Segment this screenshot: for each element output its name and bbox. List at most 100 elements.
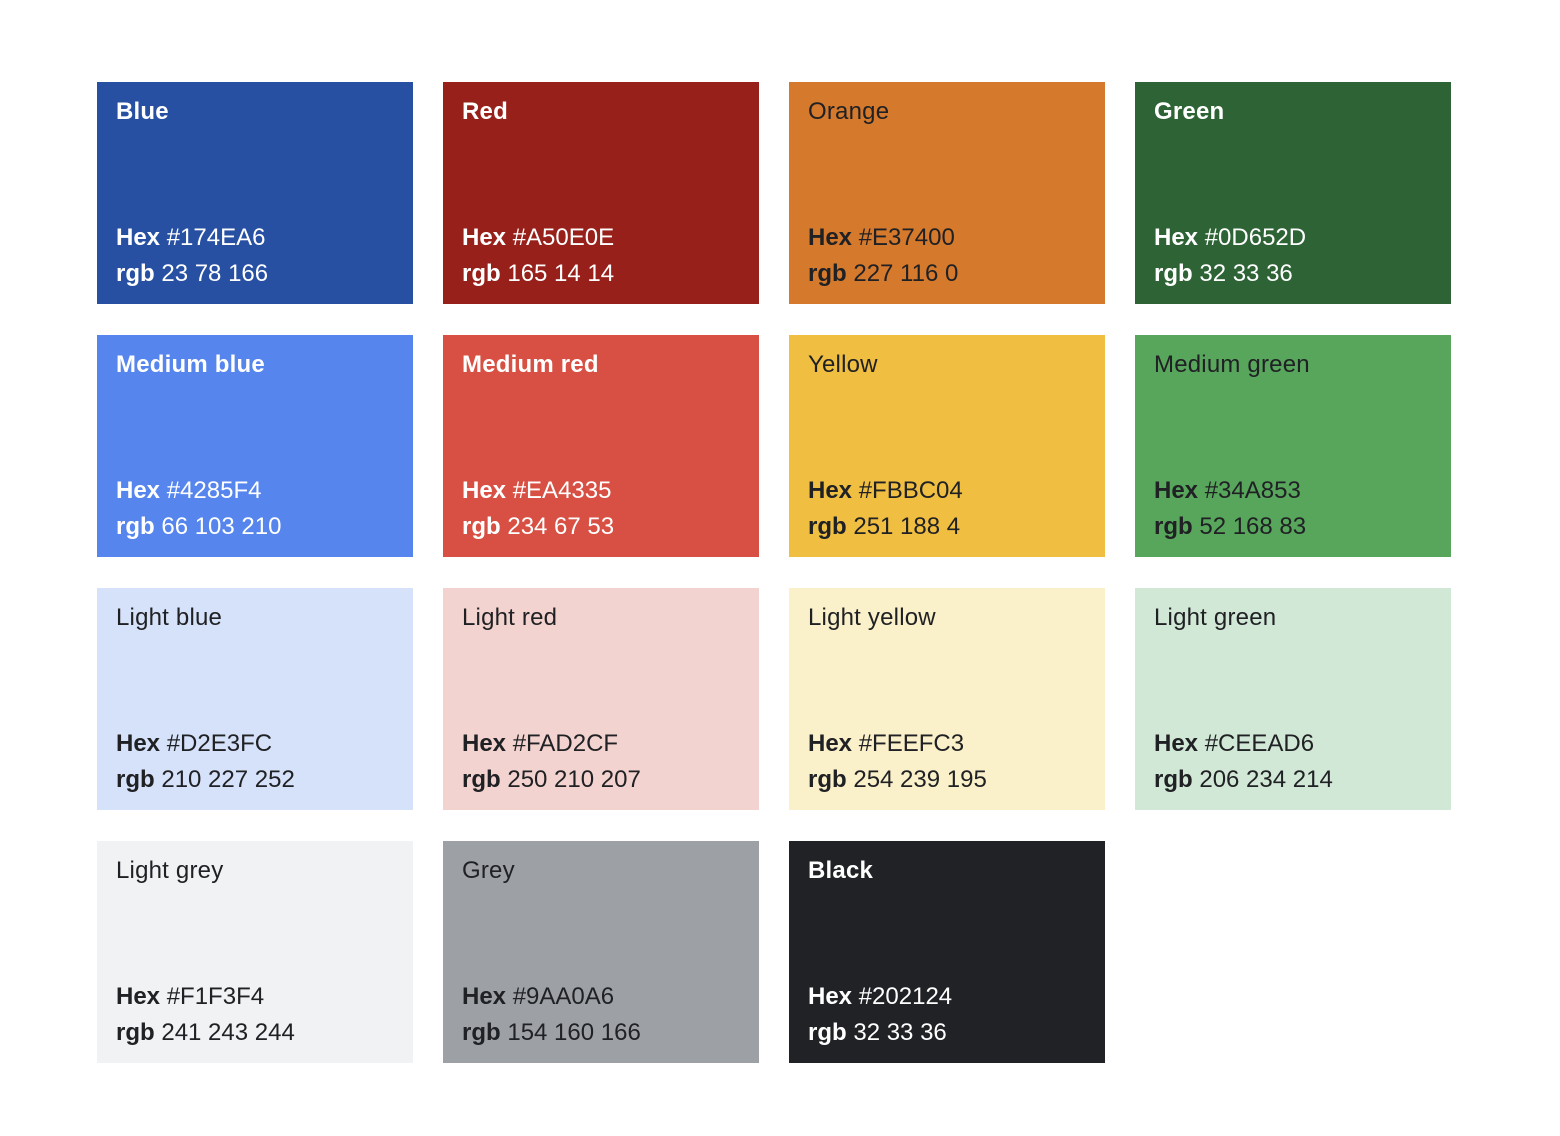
rgb-label: rgb: [1154, 260, 1193, 287]
rgb-value: 23 78 166: [161, 260, 269, 287]
hex-value: #202124: [858, 983, 953, 1010]
swatch-name: Light red: [462, 604, 558, 631]
rgb-value: 32 33 36: [853, 1019, 947, 1046]
rgb-value: 250 210 207: [507, 766, 641, 793]
hex-label: Hex: [116, 224, 161, 251]
rgb-label: rgb: [1154, 513, 1193, 540]
color-swatch-medium-blue: Medium blue Hex #4285F4 rgb 66 103 210: [97, 335, 413, 557]
hex-value-line: Hex #202124: [808, 979, 952, 1015]
hex-value: #4285F4: [166, 477, 262, 504]
color-swatch-light-blue: Light blue Hex #D2E3FC rgb 210 227 252: [97, 588, 413, 810]
rgb-label: rgb: [116, 260, 155, 287]
hex-label: Hex: [116, 730, 161, 757]
rgb-label: rgb: [462, 766, 501, 793]
hex-value: #FAD2CF: [512, 730, 619, 757]
hex-value-line: Hex #34A853: [1154, 473, 1306, 509]
rgb-value-line: rgb 234 67 53: [462, 509, 614, 545]
rgb-value-line: rgb 66 103 210: [116, 509, 281, 545]
hex-label: Hex: [1154, 730, 1199, 757]
color-swatch-yellow: Yellow Hex #FBBC04 rgb 251 188 4: [789, 335, 1105, 557]
hex-label: Hex: [1154, 224, 1199, 251]
rgb-value-line: rgb 210 227 252: [116, 762, 295, 798]
rgb-value-line: rgb 254 239 195: [808, 762, 987, 798]
color-swatch-black: Black Hex #202124 rgb 32 33 36: [789, 841, 1105, 1063]
hex-value-line: Hex #FAD2CF: [462, 726, 641, 762]
hex-value: #CEEAD6: [1204, 730, 1315, 757]
swatch-values: Hex #4285F4 rgb 66 103 210: [116, 473, 281, 545]
color-swatch-medium-red: Medium red Hex #EA4335 rgb 234 67 53: [443, 335, 759, 557]
hex-value: #A50E0E: [512, 224, 615, 251]
hex-value: #EA4335: [512, 477, 612, 504]
rgb-value-line: rgb 32 33 36: [808, 1015, 952, 1051]
swatch-values: Hex #A50E0E rgb 165 14 14: [462, 220, 614, 292]
hex-label: Hex: [462, 983, 507, 1010]
rgb-value-line: rgb 241 243 244: [116, 1015, 295, 1051]
rgb-label: rgb: [808, 513, 847, 540]
color-swatch-light-grey: Light grey Hex #F1F3F4 rgb 241 243 244: [97, 841, 413, 1063]
swatch-name: Light green: [1154, 604, 1277, 631]
hex-value-line: Hex #D2E3FC: [116, 726, 295, 762]
rgb-value-line: rgb 32 33 36: [1154, 256, 1306, 292]
rgb-label: rgb: [808, 766, 847, 793]
hex-label: Hex: [808, 730, 853, 757]
rgb-value: 254 239 195: [853, 766, 987, 793]
rgb-value-line: rgb 250 210 207: [462, 762, 641, 798]
color-swatch-light-yellow: Light yellow Hex #FEEFC3 rgb 254 239 195: [789, 588, 1105, 810]
hex-label: Hex: [808, 477, 853, 504]
hex-value: #FBBC04: [858, 477, 963, 504]
color-swatch-green: Green Hex #0D652D rgb 32 33 36: [1135, 82, 1451, 304]
rgb-value: 206 234 214: [1199, 766, 1333, 793]
hex-label: Hex: [116, 983, 161, 1010]
rgb-value: 32 33 36: [1199, 260, 1293, 287]
swatch-name: Medium red: [462, 351, 599, 378]
swatch-name: Light blue: [116, 604, 223, 631]
swatch-values: Hex #FBBC04 rgb 251 188 4: [808, 473, 963, 545]
swatch-name: Green: [1154, 98, 1225, 125]
rgb-value: 251 188 4: [853, 513, 961, 540]
swatch-name: Black: [808, 857, 874, 884]
hex-value: #0D652D: [1204, 224, 1307, 251]
swatch-values: Hex #EA4335 rgb 234 67 53: [462, 473, 614, 545]
hex-value: #9AA0A6: [512, 983, 615, 1010]
rgb-value: 165 14 14: [507, 260, 615, 287]
hex-label: Hex: [808, 983, 853, 1010]
hex-label: Hex: [462, 477, 507, 504]
rgb-value-line: rgb 206 234 214: [1154, 762, 1333, 798]
swatch-name: Medium blue: [116, 351, 265, 378]
rgb-label: rgb: [1154, 766, 1193, 793]
swatch-values: Hex #FEEFC3 rgb 254 239 195: [808, 726, 987, 798]
hex-value-line: Hex #CEEAD6: [1154, 726, 1333, 762]
rgb-value: 154 160 166: [507, 1019, 641, 1046]
swatch-name: Light grey: [116, 857, 224, 884]
swatch-values: Hex #CEEAD6 rgb 206 234 214: [1154, 726, 1333, 798]
rgb-label: rgb: [462, 260, 501, 287]
color-swatch-light-red: Light red Hex #FAD2CF rgb 250 210 207: [443, 588, 759, 810]
color-swatch-light-green: Light green Hex #CEEAD6 rgb 206 234 214: [1135, 588, 1451, 810]
hex-value-line: Hex #A50E0E: [462, 220, 614, 256]
rgb-value: 66 103 210: [161, 513, 282, 540]
hex-value: #174EA6: [166, 224, 266, 251]
color-swatch-grey: Grey Hex #9AA0A6 rgb 154 160 166: [443, 841, 759, 1063]
swatch-values: Hex #FAD2CF rgb 250 210 207: [462, 726, 641, 798]
hex-label: Hex: [462, 224, 507, 251]
hex-label: Hex: [1154, 477, 1199, 504]
hex-label: Hex: [808, 224, 853, 251]
swatch-values: Hex #D2E3FC rgb 210 227 252: [116, 726, 295, 798]
swatch-values: Hex #174EA6 rgb 23 78 166: [116, 220, 268, 292]
rgb-value: 241 243 244: [161, 1019, 295, 1046]
hex-label: Hex: [116, 477, 161, 504]
swatch-name: Red: [462, 98, 508, 125]
hex-value-line: Hex #4285F4: [116, 473, 281, 509]
rgb-label: rgb: [462, 513, 501, 540]
hex-value: #FEEFC3: [858, 730, 965, 757]
hex-value: #D2E3FC: [166, 730, 273, 757]
rgb-value: 210 227 252: [161, 766, 295, 793]
rgb-value-line: rgb 154 160 166: [462, 1015, 641, 1051]
swatch-values: Hex #0D652D rgb 32 33 36: [1154, 220, 1306, 292]
hex-value: #34A853: [1204, 477, 1301, 504]
swatch-values: Hex #9AA0A6 rgb 154 160 166: [462, 979, 641, 1051]
swatch-name: Yellow: [808, 351, 878, 378]
rgb-label: rgb: [808, 1019, 847, 1046]
rgb-value: 227 116 0: [853, 260, 959, 287]
rgb-value-line: rgb 52 168 83: [1154, 509, 1306, 545]
